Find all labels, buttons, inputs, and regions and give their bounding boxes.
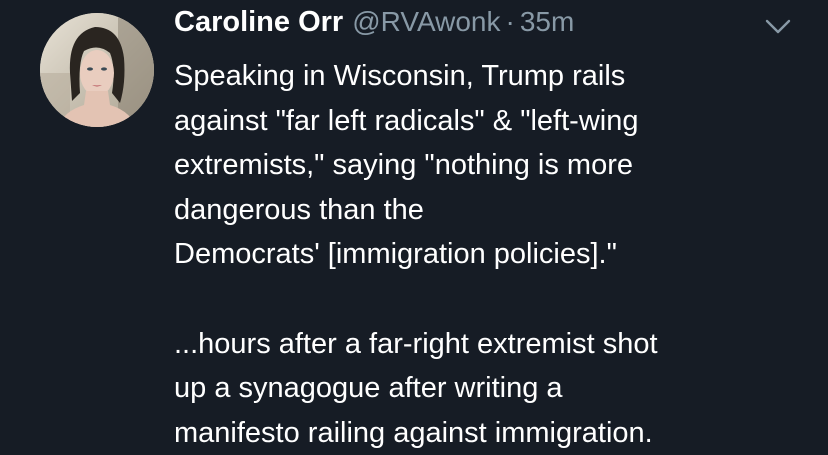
tweet-text-line: extremists," saying "nothing is more [174, 149, 633, 182]
chevron-down-icon [765, 19, 791, 34]
profile-photo-icon [40, 13, 154, 127]
author-display-name[interactable]: Caroline Orr [174, 6, 343, 39]
tweet-header: Caroline Orr @RVAwonk · 35m [174, 6, 574, 46]
tweet-menu-button[interactable] [763, 12, 793, 42]
tweet-text-line: against "far left radicals" & "left-wing [174, 104, 639, 137]
tweet-text-line: Democrats' [immigration policies]." [174, 238, 617, 271]
avatar[interactable] [40, 13, 154, 127]
tweet-text: Speaking in Wisconsin, Trump rails again… [174, 54, 814, 455]
tweet-text-line: up a synagogue after writing a [174, 372, 563, 405]
tweet-text-line: ...hours after a far-right extremist sho… [174, 327, 658, 360]
tweet-text-line: dangerous than the [174, 193, 424, 226]
tweet[interactable]: Caroline Orr @RVAwonk · 35m Speaking in … [0, 0, 828, 450]
author-handle[interactable]: @RVAwonk [352, 6, 500, 38]
tweet-text-line: Speaking in Wisconsin, Trump rails [174, 60, 626, 92]
timestamp[interactable]: 35m [520, 6, 574, 38]
separator-dot: · [505, 6, 515, 37]
tweet-text-line: manifesto railing against immigration. [174, 416, 653, 449]
